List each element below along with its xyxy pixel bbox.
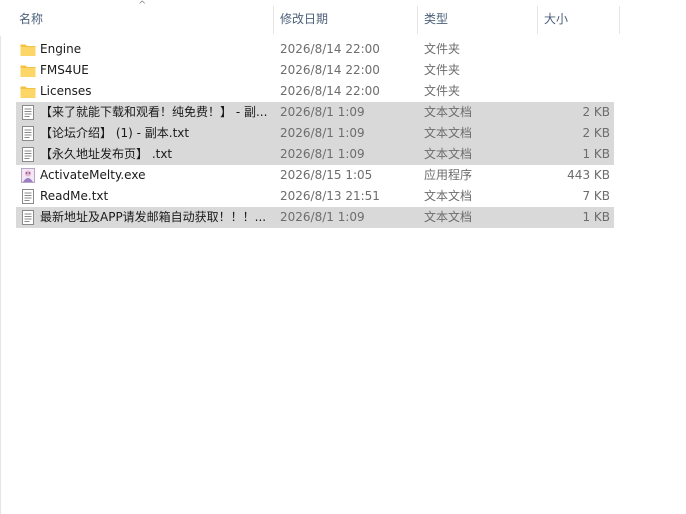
file-row[interactable]: ActivateMelty.exe 2026/8/15 1:05 应用程序 44… <box>16 165 614 186</box>
file-row[interactable]: 最新地址及APP请发邮箱自动获取！！！... 2026/8/1 1:09 文本文… <box>16 207 614 228</box>
file-name: ActivateMelty.exe <box>40 168 146 182</box>
folder-icon <box>20 63 36 78</box>
file-name: 【永久地址发布页】 .txt <box>40 147 173 161</box>
folder-icon <box>20 84 36 99</box>
text-file-icon <box>20 189 36 204</box>
file-row[interactable]: ReadMe.txt 2026/8/13 21:51 文本文档 7 KB <box>16 186 614 207</box>
file-size: 2 KB <box>582 126 610 140</box>
column-header-name[interactable]: 名称 <box>13 6 273 34</box>
file-date: 2026/8/1 1:09 <box>280 147 365 161</box>
file-row[interactable]: FMS4UE 2026/8/14 22:00 文件夹 <box>16 60 614 81</box>
column-header-size[interactable]: 大小 <box>537 6 619 34</box>
file-date: 2026/8/14 22:00 <box>280 42 380 56</box>
window-left-border <box>0 0 1 514</box>
file-size: 7 KB <box>582 189 610 203</box>
file-row[interactable]: 【永久地址发布页】 .txt 2026/8/1 1:09 文本文档 1 KB <box>16 144 614 165</box>
file-type: 文本文档 <box>424 105 473 119</box>
app-icon <box>20 168 36 183</box>
text-file-icon <box>20 126 36 141</box>
file-type: 应用程序 <box>424 168 473 182</box>
text-file-icon <box>20 105 36 120</box>
file-size: 1 KB <box>582 147 610 161</box>
file-row[interactable]: Licenses 2026/8/14 22:00 文件夹 <box>16 81 614 102</box>
file-type: 文本文档 <box>424 126 473 140</box>
file-date: 2026/8/1 1:09 <box>280 105 365 119</box>
column-header-empty <box>619 6 686 34</box>
file-list: Engine 2026/8/14 22:00 文件夹 FMS4UE 2026/8… <box>16 39 614 228</box>
column-header-date-modified[interactable]: 修改日期 <box>273 6 417 34</box>
file-type: 文件夹 <box>424 84 461 98</box>
file-date: 2026/8/1 1:09 <box>280 126 365 140</box>
file-name: FMS4UE <box>40 63 89 77</box>
file-size: 1 KB <box>582 210 610 224</box>
file-type: 文本文档 <box>424 189 473 203</box>
file-date: 2026/8/15 1:05 <box>280 168 373 182</box>
file-date: 2026/8/1 1:09 <box>280 210 365 224</box>
column-header-bar: ^ 名称 修改日期 类型 大小 <box>0 0 686 36</box>
file-size: 2 KB <box>582 105 610 119</box>
text-file-icon <box>20 210 36 225</box>
file-name: Engine <box>40 42 82 56</box>
file-date: 2026/8/14 22:00 <box>280 84 380 98</box>
folder-icon <box>20 42 36 57</box>
file-row[interactable]: 【论坛介绍】 (1) - 副本.txt 2026/8/1 1:09 文本文档 2… <box>16 123 614 144</box>
text-file-icon <box>20 147 36 162</box>
file-type: 文件夹 <box>424 42 461 56</box>
file-name: 最新地址及APP请发邮箱自动获取！！！... <box>40 210 267 224</box>
file-type: 文件夹 <box>424 63 461 77</box>
file-type: 文本文档 <box>424 210 473 224</box>
file-type: 文本文档 <box>424 147 473 161</box>
column-header-type[interactable]: 类型 <box>417 6 537 34</box>
file-row[interactable]: Engine 2026/8/14 22:00 文件夹 <box>16 39 614 60</box>
file-name: 【来了就能下载和观看！纯免费！】 - 副... <box>40 105 268 119</box>
file-size: 443 KB <box>567 168 610 182</box>
file-name: ReadMe.txt <box>40 189 109 203</box>
file-date: 2026/8/14 22:00 <box>280 63 380 77</box>
file-explorer-window: ^ 名称 修改日期 类型 大小 Engine 2026/8/14 22:00 文… <box>0 0 686 514</box>
file-name: 【论坛介绍】 (1) - 副本.txt <box>40 126 190 140</box>
file-name: Licenses <box>40 84 92 98</box>
file-row[interactable]: 【来了就能下载和观看！纯免费！】 - 副... 2026/8/1 1:09 文本… <box>16 102 614 123</box>
file-date: 2026/8/13 21:51 <box>280 189 380 203</box>
